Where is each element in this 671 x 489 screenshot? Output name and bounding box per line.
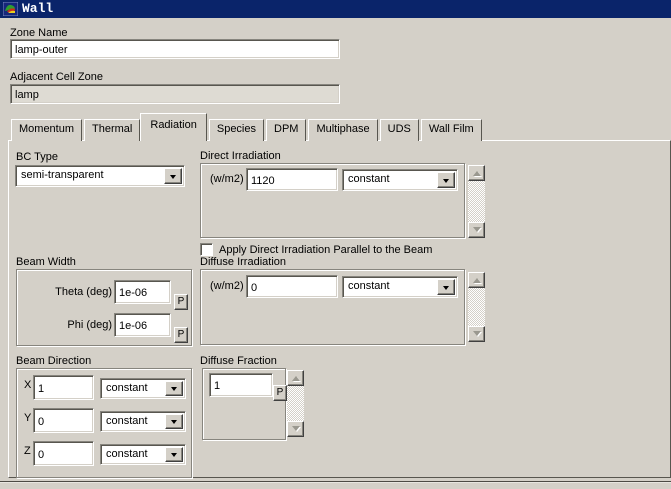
beam-width-title: Beam Width: [16, 256, 76, 268]
tab-momentum[interactable]: Momentum: [11, 119, 82, 141]
beam-y-profile-dropdown[interactable]: constant: [100, 411, 186, 432]
beam-x-profile-dropdown[interactable]: constant: [100, 378, 186, 399]
zone-name-input[interactable]: [10, 39, 340, 59]
theta-input[interactable]: [114, 280, 171, 304]
titlebar: Wall: [0, 0, 671, 18]
theta-profile-button[interactable]: P: [174, 294, 188, 310]
direct-irradiation-unit-label: (w/m2): [210, 173, 244, 185]
diffuse-irradiation-scrollbar[interactable]: [468, 272, 485, 342]
tab-wall-film[interactable]: Wall Film: [421, 119, 482, 141]
apply-parallel-label: Apply Direct Irradiation Parallel to the…: [219, 244, 432, 256]
tab-thermal[interactable]: Thermal: [84, 119, 140, 141]
scroll-up-icon[interactable]: [468, 272, 485, 288]
beam-x-profile-value: constant: [101, 379, 163, 398]
diffuse-irradiation-profile-dropdown[interactable]: constant: [342, 276, 458, 298]
direct-irradiation-scrollbar[interactable]: [468, 165, 485, 238]
diffuse-fraction-title: Diffuse Fraction: [200, 355, 277, 367]
beam-x-input[interactable]: [33, 375, 94, 400]
scroll-down-icon[interactable]: [287, 421, 304, 437]
diffuse-irradiation-profile-value: constant: [343, 277, 435, 297]
scroll-up-icon[interactable]: [287, 370, 304, 386]
direct-irradiation-input[interactable]: [246, 168, 338, 191]
chevron-down-icon[interactable]: [165, 381, 183, 396]
tab-dpm[interactable]: DPM: [266, 119, 306, 141]
diffuse-irradiation-unit-label: (w/m2): [210, 280, 244, 292]
tab-multiphase[interactable]: Multiphase: [308, 119, 377, 141]
scroll-down-icon[interactable]: [468, 326, 485, 342]
tab-bar: Momentum Thermal Radiation Species DPM M…: [11, 119, 484, 141]
bc-type-value: semi-transparent: [16, 166, 162, 186]
phi-label: Phi (deg): [30, 319, 112, 331]
scroll-up-icon[interactable]: [468, 165, 485, 181]
beam-x-label: X: [24, 379, 31, 391]
chevron-down-icon[interactable]: [437, 172, 455, 188]
chevron-down-icon[interactable]: [437, 279, 455, 295]
beam-y-label: Y: [24, 412, 31, 424]
direct-irradiation-title: Direct Irradiation: [200, 150, 281, 162]
direct-irradiation-profile-dropdown[interactable]: constant: [342, 169, 458, 191]
chevron-down-icon[interactable]: [165, 414, 183, 429]
bc-type-dropdown[interactable]: semi-transparent: [15, 165, 185, 187]
beam-z-profile-dropdown[interactable]: constant: [100, 444, 186, 465]
direct-irradiation-profile-value: constant: [343, 170, 435, 190]
phi-input[interactable]: [114, 313, 171, 337]
tab-species[interactable]: Species: [209, 119, 264, 141]
tab-uds[interactable]: UDS: [380, 119, 419, 141]
theta-label: Theta (deg): [30, 286, 112, 298]
adjacent-cell-zone-field: [10, 84, 340, 104]
window-title: Wall: [22, 0, 53, 18]
beam-y-profile-value: constant: [101, 412, 163, 431]
bottom-separator: [0, 481, 671, 483]
apply-parallel-checkbox[interactable]: [200, 243, 213, 256]
bc-type-label: BC Type: [16, 151, 58, 163]
diffuse-irradiation-input[interactable]: [246, 275, 338, 298]
diffuse-fraction-input[interactable]: [209, 373, 273, 397]
zone-name-label: Zone Name: [10, 27, 67, 39]
tab-radiation[interactable]: Radiation: [140, 113, 206, 141]
beam-z-profile-value: constant: [101, 445, 163, 464]
beam-direction-title: Beam Direction: [16, 355, 91, 367]
scroll-down-icon[interactable]: [468, 222, 485, 238]
fluent-logo-icon: [3, 2, 18, 16]
phi-profile-button[interactable]: P: [174, 327, 188, 343]
chevron-down-icon[interactable]: [164, 168, 182, 184]
diffuse-fraction-profile-button[interactable]: P: [273, 385, 287, 401]
diffuse-irradiation-title: Diffuse Irradiation: [200, 256, 286, 268]
beam-z-label: Z: [24, 445, 31, 457]
adjacent-cell-zone-label: Adjacent Cell Zone: [10, 71, 103, 83]
diffuse-fraction-scrollbar[interactable]: [287, 370, 304, 437]
beam-y-input[interactable]: [33, 408, 94, 433]
beam-z-input[interactable]: [33, 441, 94, 466]
chevron-down-icon[interactable]: [165, 447, 183, 462]
